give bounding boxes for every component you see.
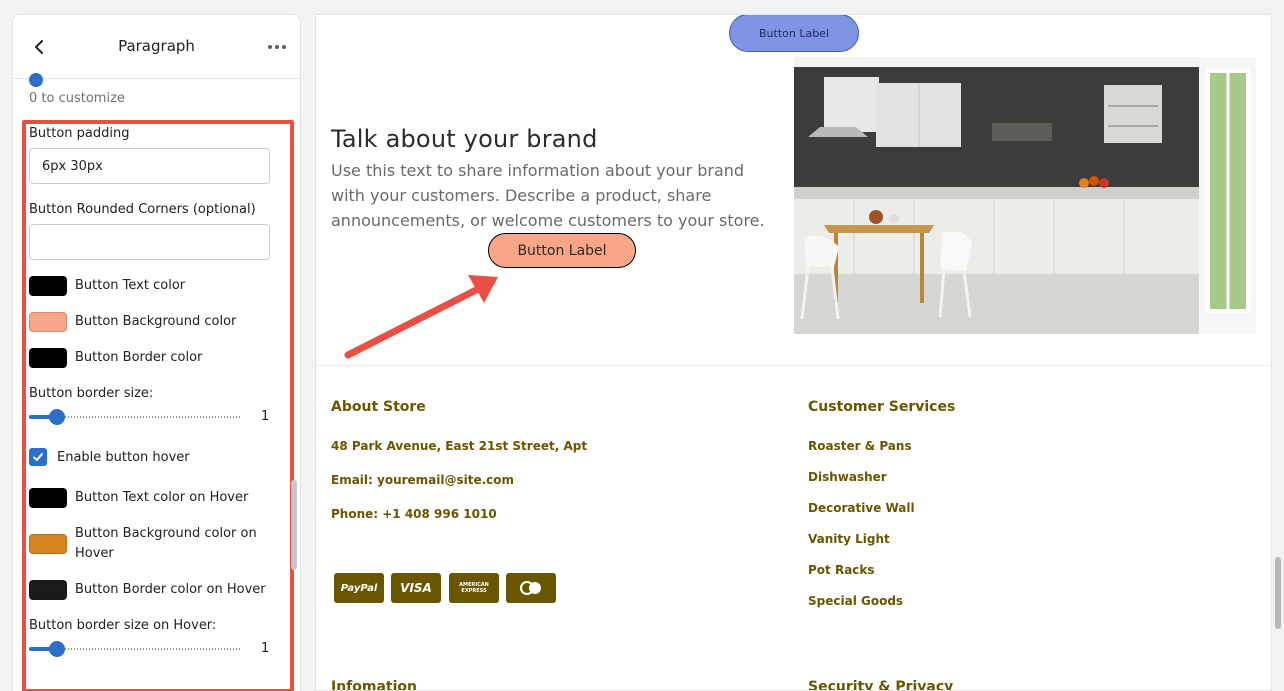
button-background-color-label: Button Background color <box>75 314 237 329</box>
hero-text: Use this text to share information about… <box>331 161 765 230</box>
enable-hover-checkbox-row[interactable]: Enable button hover <box>29 448 190 466</box>
enable-hover-checkbox[interactable] <box>29 448 47 466</box>
hover-text-color-picker[interactable]: Button Text color on Hover <box>29 488 248 508</box>
store-email: Email: youremail@site.com <box>331 473 515 487</box>
button-padding-input[interactable]: 6px 30px <box>29 148 270 184</box>
button-text-color-swatch[interactable] <box>29 276 67 296</box>
footer-link-special-goods[interactable]: Special Goods <box>808 594 903 608</box>
footer-link-dishwasher[interactable]: Dishwasher <box>808 470 887 484</box>
page-scrollbar[interactable] <box>1275 557 1281 629</box>
footer-link-vanity-light[interactable]: Vanity Light <box>808 532 890 546</box>
border-size-value: 1 <box>261 409 270 424</box>
button-background-color-swatch[interactable] <box>29 312 67 332</box>
amex-icon: AMERICAN EXPRESS <box>449 573 499 603</box>
hover-background-color-label: Button Background color on Hover <box>75 526 257 561</box>
button-background-color-picker[interactable]: Button Background color <box>29 312 236 332</box>
enable-hover-label: Enable button hover <box>57 449 190 465</box>
panel-title: Paragraph <box>118 37 195 55</box>
button-padding-label: Button padding <box>29 126 130 141</box>
footer-link-roaster-pans[interactable]: Roaster & Pans <box>808 439 912 453</box>
panel-header: Paragraph <box>13 15 300 79</box>
panel-scrollbar[interactable] <box>291 480 297 570</box>
kitchen-image <box>794 57 1256 334</box>
button-border-color-swatch[interactable] <box>29 348 67 368</box>
about-store-heading: About Store <box>331 399 426 415</box>
button-border-color-picker[interactable]: Button Border color <box>29 348 202 368</box>
hover-border-color-label: Button Border color on Hover <box>75 582 266 597</box>
hover-border-color-swatch[interactable] <box>29 580 67 600</box>
hover-background-color-picker[interactable]: Button Background color on Hover <box>29 524 265 564</box>
border-size-slider[interactable] <box>29 409 242 425</box>
border-size-label: Button border size: <box>29 386 154 401</box>
button-text-color-label: Button Text color <box>75 278 186 293</box>
footer-link-pot-racks[interactable]: Pot Racks <box>808 563 875 577</box>
paypal-icon: PayPal <box>334 573 384 603</box>
previous-slider-thumb[interactable] <box>29 73 43 87</box>
rounded-corners-input[interactable] <box>29 224 270 260</box>
slider-thumb[interactable] <box>49 641 65 657</box>
visa-icon: VISA <box>391 573 441 603</box>
store-preview: Button Label Talk about your brand Use t… <box>315 14 1272 691</box>
hover-text-color-swatch[interactable] <box>29 488 67 508</box>
customer-services-heading: Customer Services <box>808 399 956 415</box>
store-phone: Phone: +1 408 996 1010 <box>331 507 497 521</box>
hover-border-size-label: Button border size on Hover: <box>29 618 217 633</box>
hover-text-color-label: Button Text color on Hover <box>75 490 249 505</box>
top-button[interactable]: Button Label <box>729 15 859 52</box>
rounded-corners-label: Button Rounded Corners (optional) <box>29 202 256 217</box>
hero-heading: Talk about your brand <box>331 125 598 153</box>
panel-body: 0 to customize Button padding 6px 30px B… <box>13 73 300 691</box>
hover-background-color-swatch[interactable] <box>29 534 67 554</box>
checkmark-icon <box>33 453 43 461</box>
security-privacy-heading: Security & Privacy <box>808 679 954 691</box>
annotation-arrow-icon <box>344 275 498 359</box>
more-options-icon[interactable] <box>266 37 288 57</box>
previous-setting-hint: 0 to customize <box>29 91 125 106</box>
section-divider <box>316 365 1271 366</box>
store-address: 48 Park Avenue, East 21st Street, Apt <box>331 439 588 453</box>
settings-panel: Paragraph 0 to customize Button padding … <box>12 14 301 691</box>
footer-link-decorative-wall[interactable]: Decorative Wall <box>808 501 915 515</box>
slider-thumb[interactable] <box>49 409 65 425</box>
button-border-color-label: Button Border color <box>75 350 203 365</box>
hover-border-size-slider[interactable] <box>29 641 242 657</box>
button-text-color-picker[interactable]: Button Text color <box>29 276 185 296</box>
hover-border-color-picker[interactable]: Button Border color on Hover <box>29 580 266 600</box>
hover-border-size-value: 1 <box>261 641 270 656</box>
information-heading: Infomation <box>331 679 417 691</box>
mastercard-icon <box>506 573 556 603</box>
